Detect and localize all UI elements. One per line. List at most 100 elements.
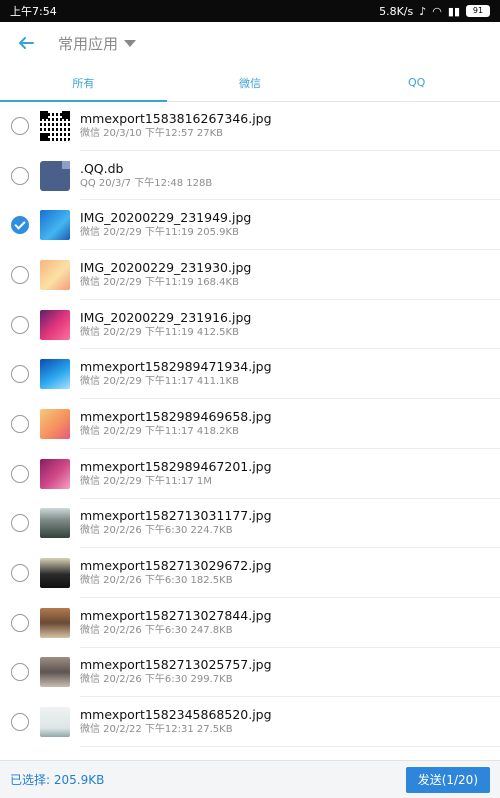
file-info: mmexport1582345868520.jpg 微信 20/2/22 下午12… — [80, 706, 272, 737]
checkbox-icon[interactable] — [11, 514, 29, 533]
file-name: mmexport1582713029672.jpg — [80, 557, 272, 573]
file-row[interactable]: mmexport1582989469658.jpg 微信 20/2/29 下午11… — [0, 399, 500, 449]
file-meta: 微信 20/2/26 下午6:30 224.7KB — [80, 525, 233, 537]
image-thumbnail — [40, 309, 70, 340]
file-name: mmexport1582989467201.jpg — [80, 458, 272, 474]
file-row[interactable]: IMG_20200229_231930.jpg 微信 20/2/29 下午11:1… — [0, 250, 500, 300]
file-row[interactable]: mmexport1582713025757.jpg 微信 20/2/26 下午6:… — [0, 648, 500, 698]
file-name: mmexport1582989471934.jpg — [80, 359, 272, 375]
silent-icon: ♪ — [419, 4, 427, 18]
file-row[interactable]: .QQ.db QQ 20/3/7 下午12:48 128B — [0, 151, 500, 201]
file-name: mmexport1582713027844.jpg — [80, 607, 272, 623]
file-row[interactable]: mmexport1582989467201.jpg 微信 20/2/29 下午11… — [0, 449, 500, 499]
file-row[interactable]: mmexport1583816267346.jpg 微信 20/3/10 下午12… — [0, 101, 500, 151]
image-thumbnail — [40, 110, 70, 141]
file-name: mmexport1582713025757.jpg — [80, 657, 272, 673]
file-name: IMG_20200229_231949.jpg — [80, 210, 252, 226]
file-row[interactable]: IMG_20200229_231949.jpg 微信 20/2/29 下午11:1… — [0, 200, 500, 251]
send-button[interactable]: 发送(1/20) — [405, 766, 490, 793]
app-bar: 常用应用 — [0, 22, 500, 64]
image-thumbnail — [40, 210, 70, 241]
file-meta: 微信 20/2/26 下午6:30 299.7KB — [80, 674, 233, 686]
file-meta: 微信 20/2/29 下午11:19 412.5KB — [80, 326, 239, 338]
selected-size: 已选择: 205.9KB — [10, 773, 105, 787]
file-icon — [40, 160, 70, 191]
file-meta: 微信 20/2/29 下午11:19 168.4KB — [80, 276, 239, 288]
file-list: mmexport1583816267346.jpg 微信 20/3/10 下午12… — [0, 101, 500, 747]
file-meta: 微信 20/2/29 下午11:17 1M — [80, 475, 212, 487]
file-row[interactable]: mmexport1582713029672.jpg 微信 20/2/26 下午6:… — [0, 548, 500, 598]
file-meta: QQ 20/3/7 下午12:48 128B — [80, 177, 213, 189]
row-divider — [80, 745, 500, 747]
file-row[interactable]: mmexport1582713027844.jpg 微信 20/2/26 下午6:… — [0, 598, 500, 648]
image-thumbnail — [40, 607, 70, 638]
file-name: IMG_20200229_231916.jpg — [80, 309, 252, 325]
tab-all[interactable]: 所有 — [0, 64, 167, 102]
status-icons: 5.8K/s ♪ ◠ ▮▮ 91 — [379, 5, 490, 18]
category-dropdown[interactable]: 常用应用 — [58, 33, 137, 54]
checkbox-checked-icon[interactable] — [11, 216, 29, 235]
checkbox-icon[interactable] — [11, 613, 29, 632]
signal-icon: ▮▮ — [447, 4, 460, 18]
file-row[interactable]: IMG_20200229_231916.jpg 微信 20/2/29 下午11:1… — [0, 300, 500, 350]
file-name: mmexport1582713031177.jpg — [80, 508, 272, 524]
caret-down-icon — [124, 39, 137, 47]
file-info: mmexport1582713029672.jpg 微信 20/2/26 下午6:… — [80, 557, 272, 588]
file-name: mmexport1583816267346.jpg — [80, 110, 272, 126]
file-row[interactable]: mmexport1582345868520.jpg 微信 20/2/22 下午12… — [0, 697, 500, 747]
checkbox-icon[interactable] — [11, 414, 29, 433]
tab-wechat[interactable]: 微信 — [167, 64, 334, 101]
image-thumbnail — [40, 707, 70, 738]
file-info: IMG_20200229_231916.jpg 微信 20/2/29 下午11:1… — [80, 308, 251, 339]
image-thumbnail — [40, 508, 70, 539]
file-meta: 微信 20/3/10 下午12:57 27KB — [80, 127, 224, 139]
status-time: 上午7:54 — [10, 5, 57, 18]
file-info: mmexport1582713025757.jpg 微信 20/2/26 下午6:… — [80, 656, 272, 687]
file-info: IMG_20200229_231949.jpg 微信 20/2/29 下午11:1… — [80, 209, 251, 240]
checkbox-icon[interactable] — [11, 365, 29, 384]
file-info: mmexport1582989469658.jpg 微信 20/2/29 下午11… — [80, 408, 272, 439]
file-meta: 微信 20/2/22 下午12:31 27.5KB — [80, 723, 233, 735]
battery-icon: 91 — [466, 5, 490, 17]
checkbox-icon[interactable] — [11, 265, 29, 284]
file-name: .QQ.db — [80, 160, 124, 176]
image-thumbnail — [40, 359, 70, 390]
file-info: IMG_20200229_231930.jpg 微信 20/2/29 下午11:1… — [80, 259, 251, 290]
file-name: IMG_20200229_231930.jpg — [80, 259, 252, 275]
tab-qq[interactable]: QQ — [333, 64, 500, 101]
image-thumbnail — [40, 657, 70, 688]
file-info: mmexport1582713027844.jpg 微信 20/2/26 下午6:… — [80, 607, 272, 638]
checkbox-icon[interactable] — [11, 713, 29, 732]
file-info: mmexport1582989471934.jpg 微信 20/2/29 下午11… — [80, 358, 272, 389]
wifi-icon: ◠ — [432, 4, 442, 18]
file-info: mmexport1582713031177.jpg 微信 20/2/26 下午6:… — [80, 507, 272, 538]
checkbox-icon[interactable] — [11, 166, 29, 185]
arrow-left-icon[interactable] — [14, 31, 38, 55]
image-thumbnail — [40, 408, 70, 439]
file-meta: 微信 20/2/26 下午6:30 182.5KB — [80, 574, 233, 586]
file-row[interactable]: mmexport1582713031177.jpg 微信 20/2/26 下午6:… — [0, 499, 500, 549]
checkbox-icon[interactable] — [11, 116, 29, 135]
image-thumbnail — [40, 558, 70, 589]
file-name: mmexport1582989469658.jpg — [80, 408, 272, 424]
file-meta: 微信 20/2/29 下午11:17 411.1KB — [80, 376, 239, 388]
checkbox-icon[interactable] — [11, 564, 29, 583]
file-meta: 微信 20/2/29 下午11:17 418.2KB — [80, 425, 239, 437]
page-title: 常用应用 — [58, 34, 119, 53]
checkbox-icon[interactable] — [11, 663, 29, 682]
status-bar: 上午7:54 5.8K/s ♪ ◠ ▮▮ 91 — [0, 0, 500, 22]
file-row[interactable]: mmexport1582989471934.jpg 微信 20/2/29 下午11… — [0, 349, 500, 400]
image-thumbnail — [40, 259, 70, 290]
file-meta: 微信 20/2/29 下午11:19 205.9KB — [80, 227, 239, 239]
file-info: mmexport1583816267346.jpg 微信 20/3/10 下午12… — [80, 110, 272, 141]
checkbox-icon[interactable] — [11, 464, 29, 483]
network-speed: 5.8K/s — [379, 4, 414, 18]
checkbox-icon[interactable] — [11, 315, 29, 334]
source-tabs: 所有 微信 QQ — [0, 64, 500, 102]
bottom-bar: 已选择: 205.9KB 发送(1/20) — [0, 760, 500, 798]
image-thumbnail — [40, 458, 70, 489]
file-info: mmexport1582989467201.jpg 微信 20/2/29 下午11… — [80, 458, 272, 489]
file-name: mmexport1582345868520.jpg — [80, 706, 272, 722]
file-info: .QQ.db QQ 20/3/7 下午12:48 128B — [80, 159, 212, 190]
file-meta: 微信 20/2/26 下午6:30 247.8KB — [80, 624, 233, 636]
